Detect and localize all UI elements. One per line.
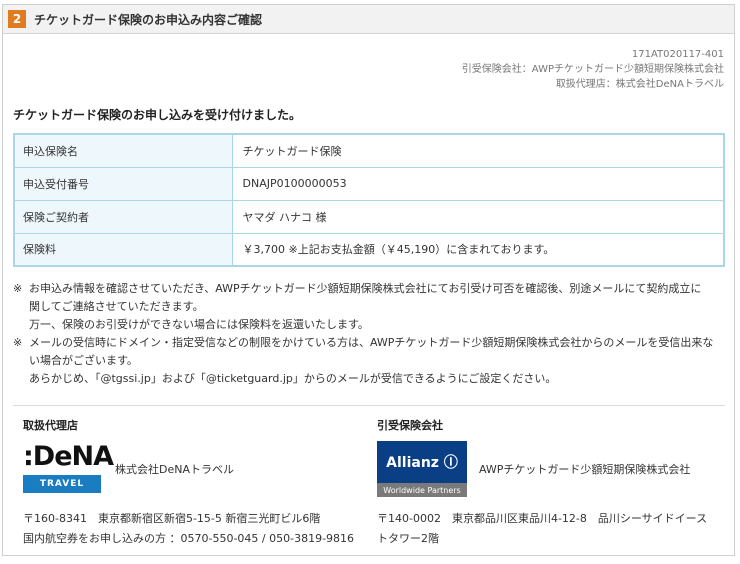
agent-heading: 取扱代理店 [23,419,78,432]
note-text: あらかじめ、「@tgssi.jp」および「@ticketguard.jp」からの… [29,372,557,385]
row-value: ヤマダ ハナコ 様 [231,199,725,234]
agent-company-name: 株式会社DeNAトラベル [115,463,234,476]
dena-travel-logo: :DeNA TRAVEL [23,441,114,497]
note-item: ※ メールの受信時にドメイン・指定受信などの制限をかけている方は、AWPチケット… [13,334,725,388]
table-row: 申込受付番号 DNAJP0100000053 [13,166,725,201]
table-row: 申込保険名 チケットガード保険 [13,133,725,168]
insurer-line: 引受保険会社：AWPチケットガード少額短期保険株式会社 [461,64,724,75]
note-text: メールの受信時にドメイン・指定受信などの制限をかけている方は、AWPチケットガー… [29,336,714,349]
insurer-info: 引受保険会社 Allianz Ⓘ Worldwide Partners AWPチ… [377,417,717,549]
agent-line: 取扱代理店：株式会社DeNAトラベル [555,79,724,90]
row-label: 保険ご契約者 [13,199,233,234]
row-value: チケットガード保険 [231,133,725,168]
row-label: 申込受付番号 [13,166,233,201]
section-title: チケットガード保険のお申込み内容ご確認 [34,12,263,27]
note-item: ※ お申込み情報を確認させていただき、AWPチケットガード少額短期保険株式会社に… [13,280,725,334]
document-meta: 171AT020117-401 引受保険会社：AWPチケットガード少額短期保険株… [462,47,724,92]
note-mark: ※ [13,336,23,349]
confirmation-message: チケットガード保険のお申し込みを受け付けました。 [13,108,302,122]
insurer-heading: 引受保険会社 [377,419,443,432]
row-value: DNAJP0100000053 [231,166,725,201]
row-label: 保険料 [13,232,233,267]
insurer-address: 〒140-0002 東京都品川区東品川4-12-8 品川シーサイドイース [377,512,708,525]
document-code: 171AT020117-401 [631,49,724,60]
allianz-logo-subtext: Worldwide Partners [377,483,467,497]
allianz-logo: Allianz Ⓘ Worldwide Partners [377,441,467,497]
dena-logo-subtext: TRAVEL [23,475,101,493]
table-row: 保険ご契約者 ヤマダ ハナコ 様 [13,199,725,234]
agent-info: 取扱代理店 :DeNA TRAVEL 株式会社DeNAトラベル 〒160-834… [23,417,363,549]
table-row: 保険料 ￥3,700 ※上記お支払金額（￥45,190）に含まれております。 [13,232,725,267]
insurer-company-name: AWPチケットガード少額短期保険株式会社 [479,463,691,476]
insurer-address: トタワー2階 [377,532,439,545]
notes-section: ※ お申込み情報を確認させていただき、AWPチケットガード少額短期保険株式会社に… [13,280,725,388]
step-number-badge: 2 [8,10,26,28]
row-value: ￥3,700 ※上記お支払金額（￥45,190）に含まれております。 [231,232,725,267]
row-label: 申込保険名 [13,133,233,168]
agent-address: 〒160-8341 東京都新宿区新宿5-15-5 新宿三光町ビル6階 [23,512,321,525]
allianz-logo-text: Allianz Ⓘ [377,441,467,483]
note-text: お申込み情報を確認させていただき、AWPチケットガード少額短期保険株式会社にてお… [29,282,702,295]
dena-logo-text: :DeNA [23,441,114,472]
note-text: 関してご連絡させていただきます。 [29,300,204,313]
section-header: 2 チケットガード保険のお申込み内容ご確認 [3,5,734,34]
note-text: 万一、保険のお引受けができない場合には保険料を返還いたします。 [29,318,369,331]
note-mark: ※ [13,282,23,295]
application-info-table: 申込保険名 チケットガード保険 申込受付番号 DNAJP0100000053 保… [13,133,725,267]
confirmation-panel: 2 チケットガード保険のお申込み内容ご確認 171AT020117-401 引受… [2,4,735,556]
section-divider [13,405,725,406]
note-text: い場合がございます。 [29,354,138,367]
agent-contact: 国内航空券をお申し込みの方 ：0570-550-045 / 050-3819-9… [23,532,355,545]
